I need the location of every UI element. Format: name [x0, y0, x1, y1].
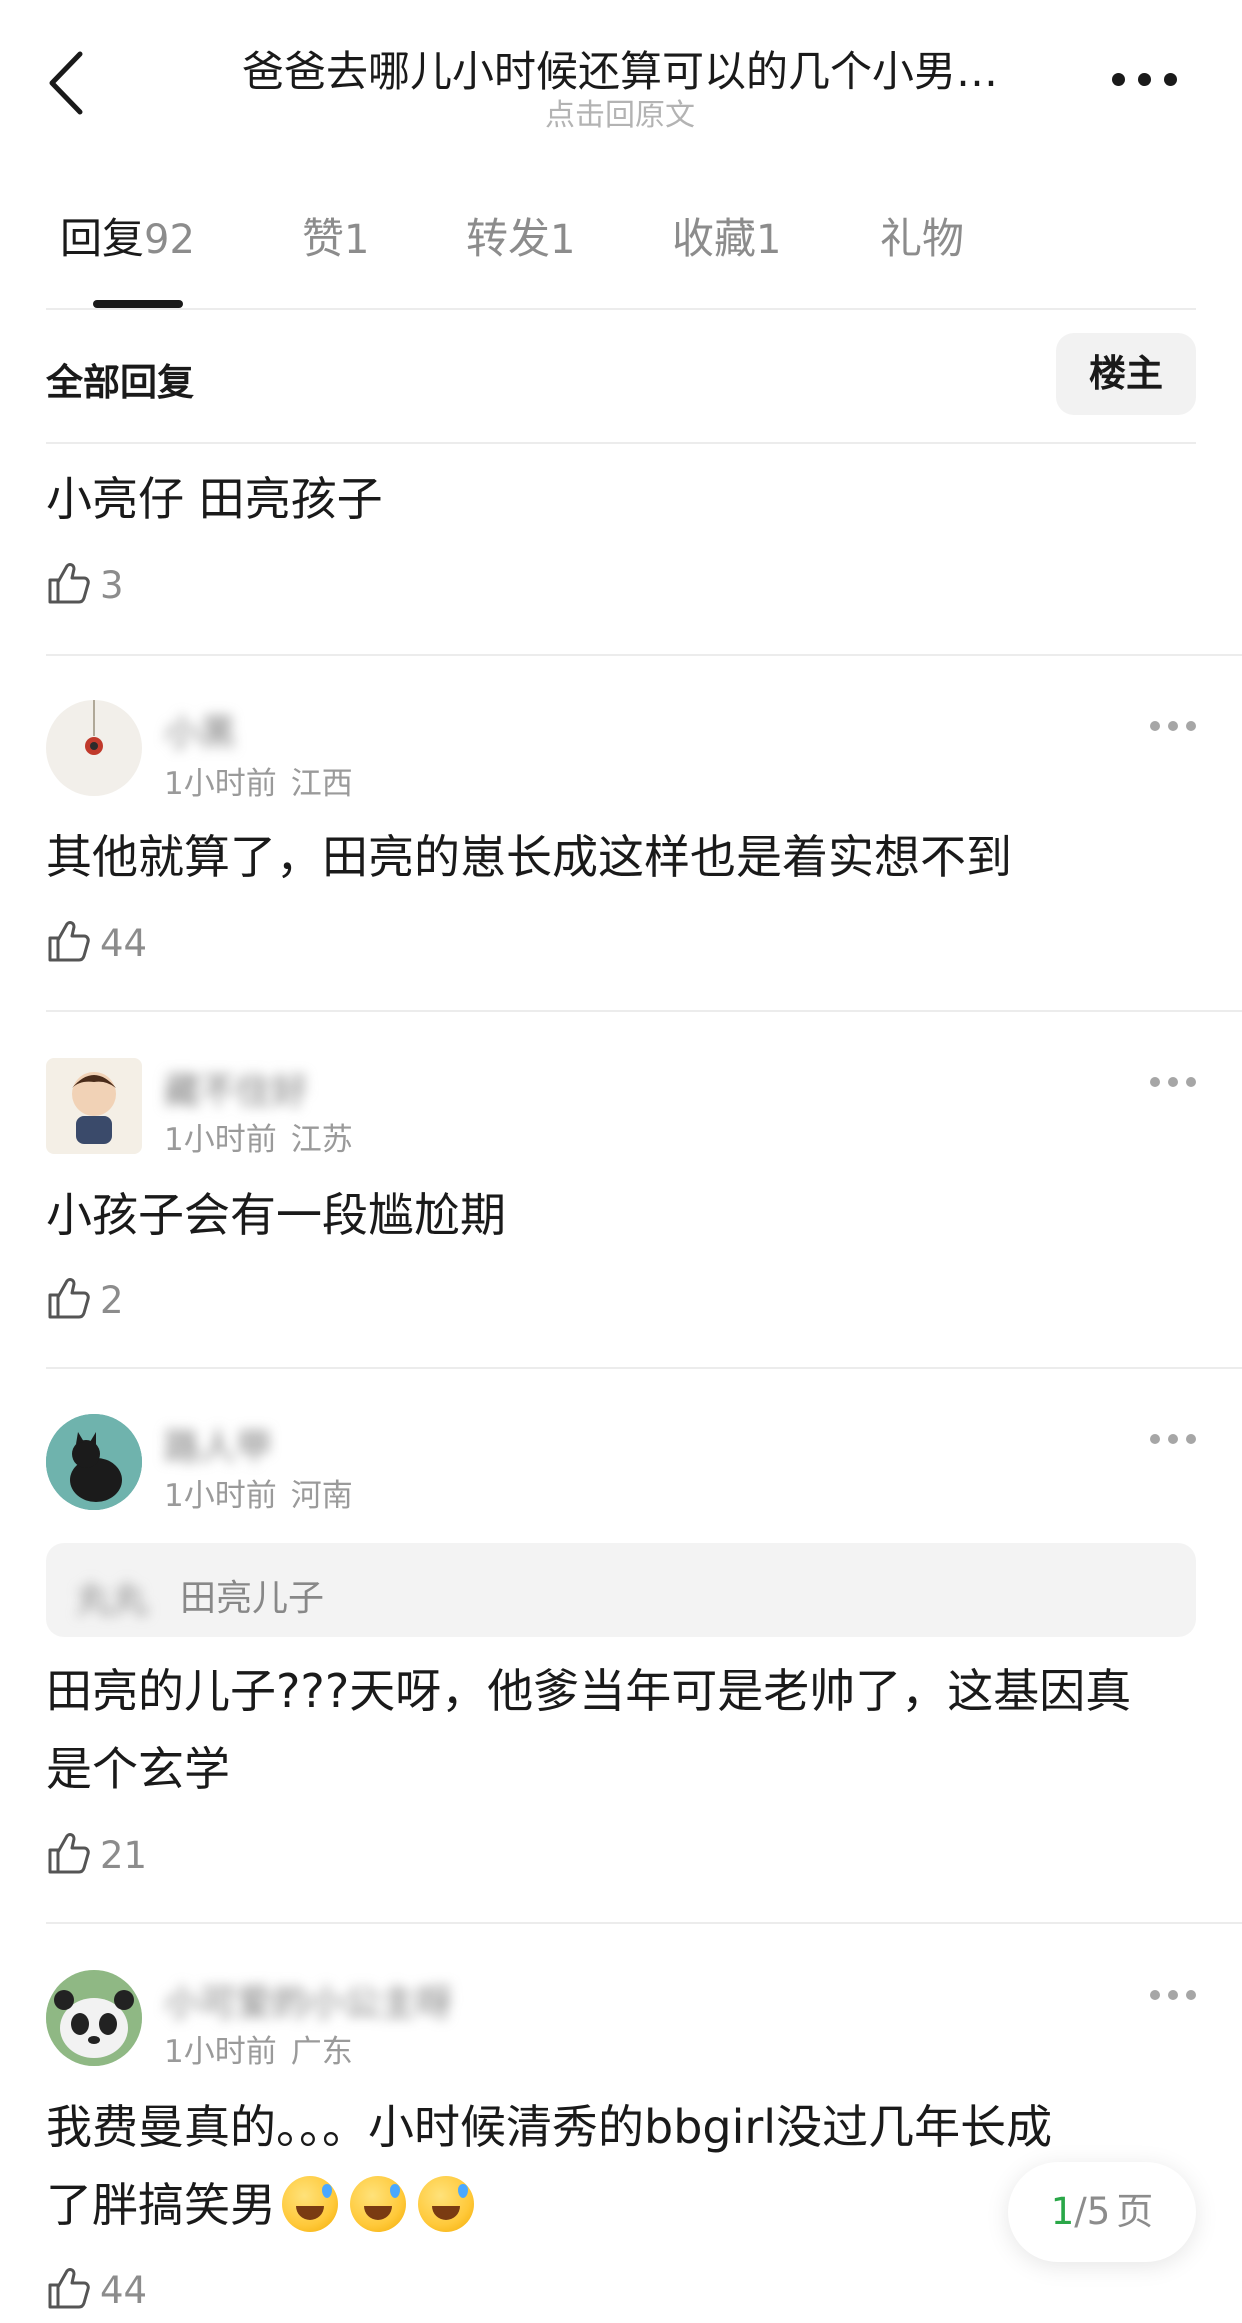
more-dot-icon: [1164, 73, 1177, 86]
tab-bar: 回复92 赞1 转发1 收藏1 礼物: [0, 205, 1242, 310]
avatar-image: [72, 1072, 116, 1144]
tab-label: 赞: [302, 214, 345, 263]
chevron-left-icon: [49, 51, 83, 115]
avatar[interactable]: [46, 700, 142, 796]
comment-text-line: 田亮的儿子???天呀，他爹当年可是老帅了，这基因真: [46, 1664, 1132, 1718]
comment-text: 小孩子会有一段尴尬期: [46, 1188, 506, 1242]
back-button[interactable]: [44, 48, 94, 118]
tab-label: 礼物: [880, 214, 965, 263]
username[interactable]: 藏不住好: [164, 1062, 308, 1114]
current-page: 1: [1050, 2190, 1075, 2233]
quoted-text: 田亮儿子: [180, 1578, 325, 1619]
op-only-button[interactable]: 楼主: [1056, 333, 1196, 415]
divider: [46, 442, 1196, 444]
top-bar: 爸爸去哪儿小时候还算可以的几个小男… 点击回原文: [0, 0, 1242, 170]
avatar-image: [46, 1970, 142, 2066]
tab-gifts[interactable]: 礼物: [880, 205, 964, 266]
tab-count: 1: [550, 217, 576, 263]
tab-count: 1: [344, 217, 370, 263]
comment-text: 其他就算了，田亮的崽长成这样也是着实想不到: [46, 830, 1012, 884]
quoted-username: 丸丸: [76, 1580, 149, 1621]
comment-more-button[interactable]: [1150, 1986, 1196, 2002]
comment-location: 河南: [290, 1478, 353, 1514]
tab-count: 92: [144, 217, 195, 263]
sweat-smile-emoji-icon: [282, 2175, 338, 2232]
page-unit: 页: [1116, 2190, 1154, 2233]
avatar[interactable]: [46, 1058, 142, 1154]
thumbs-up-icon: [48, 2268, 90, 2309]
divider: [46, 1922, 1242, 1924]
tab-replies[interactable]: 回复92: [60, 205, 195, 266]
comment-location: 广东: [290, 2034, 353, 2070]
comment-meta: 1小时前 广东: [164, 2026, 353, 2071]
all-replies-label: 全部回复: [46, 361, 194, 404]
comment-text: 田亮的儿子???天呀，他爹当年可是老帅了，这基因真 是个玄学: [46, 1652, 1206, 1808]
comment-text-segment: 了胖搞笑男: [46, 2178, 276, 2232]
thumbs-up-icon: [48, 921, 90, 962]
tab-favorites[interactable]: 收藏1: [672, 205, 781, 266]
tab-label: 回复: [60, 214, 145, 263]
comment-meta: 1小时前 河南: [164, 1470, 353, 1515]
avatar-image: [85, 700, 103, 755]
like-count: 3: [100, 564, 124, 607]
comment-text-line: 我费曼真的。。。小时候清秀的bbgirl没过几年长成: [46, 2100, 1053, 2154]
divider: [46, 654, 1242, 656]
quoted-reply[interactable]: 丸丸 田亮儿子: [46, 1543, 1196, 1637]
username[interactable]: 小可爱的小公主呀: [164, 1974, 452, 2026]
divider: [46, 1010, 1242, 1012]
avatar[interactable]: [46, 1414, 142, 1510]
comment-time: 1小时前: [164, 1122, 277, 1158]
comment-meta: 1小时前 江苏: [164, 1114, 353, 1159]
more-options-button[interactable]: [1112, 60, 1182, 100]
like-count: 2: [100, 1279, 124, 1322]
active-tab-indicator: [93, 300, 183, 308]
comment-time: 1小时前: [164, 1478, 277, 1514]
more-dot-icon: [1138, 73, 1151, 86]
like-count: 44: [100, 2269, 148, 2312]
username[interactable]: 路人甲: [164, 1418, 272, 1470]
thumbs-up-icon: [48, 563, 90, 604]
total-pages: /5: [1074, 2190, 1111, 2233]
tab-reposts[interactable]: 转发1: [466, 205, 575, 266]
thumbs-up-icon: [48, 1833, 90, 1874]
comment-more-button[interactable]: [1150, 1073, 1196, 1089]
comment-time: 1小时前: [164, 2034, 277, 2070]
avatar[interactable]: [46, 1970, 142, 2066]
comment-meta: 1小时前 江西: [164, 758, 353, 803]
tab-label: 收藏: [672, 214, 757, 263]
page-indicator-button[interactable]: 1/5 页: [1008, 2162, 1196, 2262]
comment-text-line: 是个玄学: [46, 1742, 230, 1796]
tab-likes[interactable]: 赞1: [302, 205, 369, 266]
comment-more-button[interactable]: [1150, 1430, 1196, 1446]
sweat-smile-emoji-icon: [350, 2175, 406, 2232]
divider: [46, 308, 1196, 310]
comment-text: 小亮仔 田亮孩子: [46, 472, 383, 526]
thumbs-up-icon: [48, 1278, 90, 1319]
comment-more-button[interactable]: [1150, 717, 1196, 733]
divider: [46, 1367, 1242, 1369]
username[interactable]: 小黑: [164, 704, 236, 756]
more-dot-icon: [1112, 73, 1125, 86]
like-count: 44: [100, 922, 148, 965]
comment-location: 江苏: [290, 1122, 353, 1158]
comment-location: 江西: [290, 766, 353, 802]
back-to-original-link[interactable]: 点击回原文: [180, 90, 1060, 134]
tab-count: 1: [756, 217, 782, 263]
sweat-smile-emoji-icon: [418, 2175, 474, 2232]
comment-time: 1小时前: [164, 766, 277, 802]
avatar-image: [46, 1414, 142, 1510]
tab-label: 转发: [466, 214, 551, 263]
like-count: 21: [100, 1834, 148, 1877]
